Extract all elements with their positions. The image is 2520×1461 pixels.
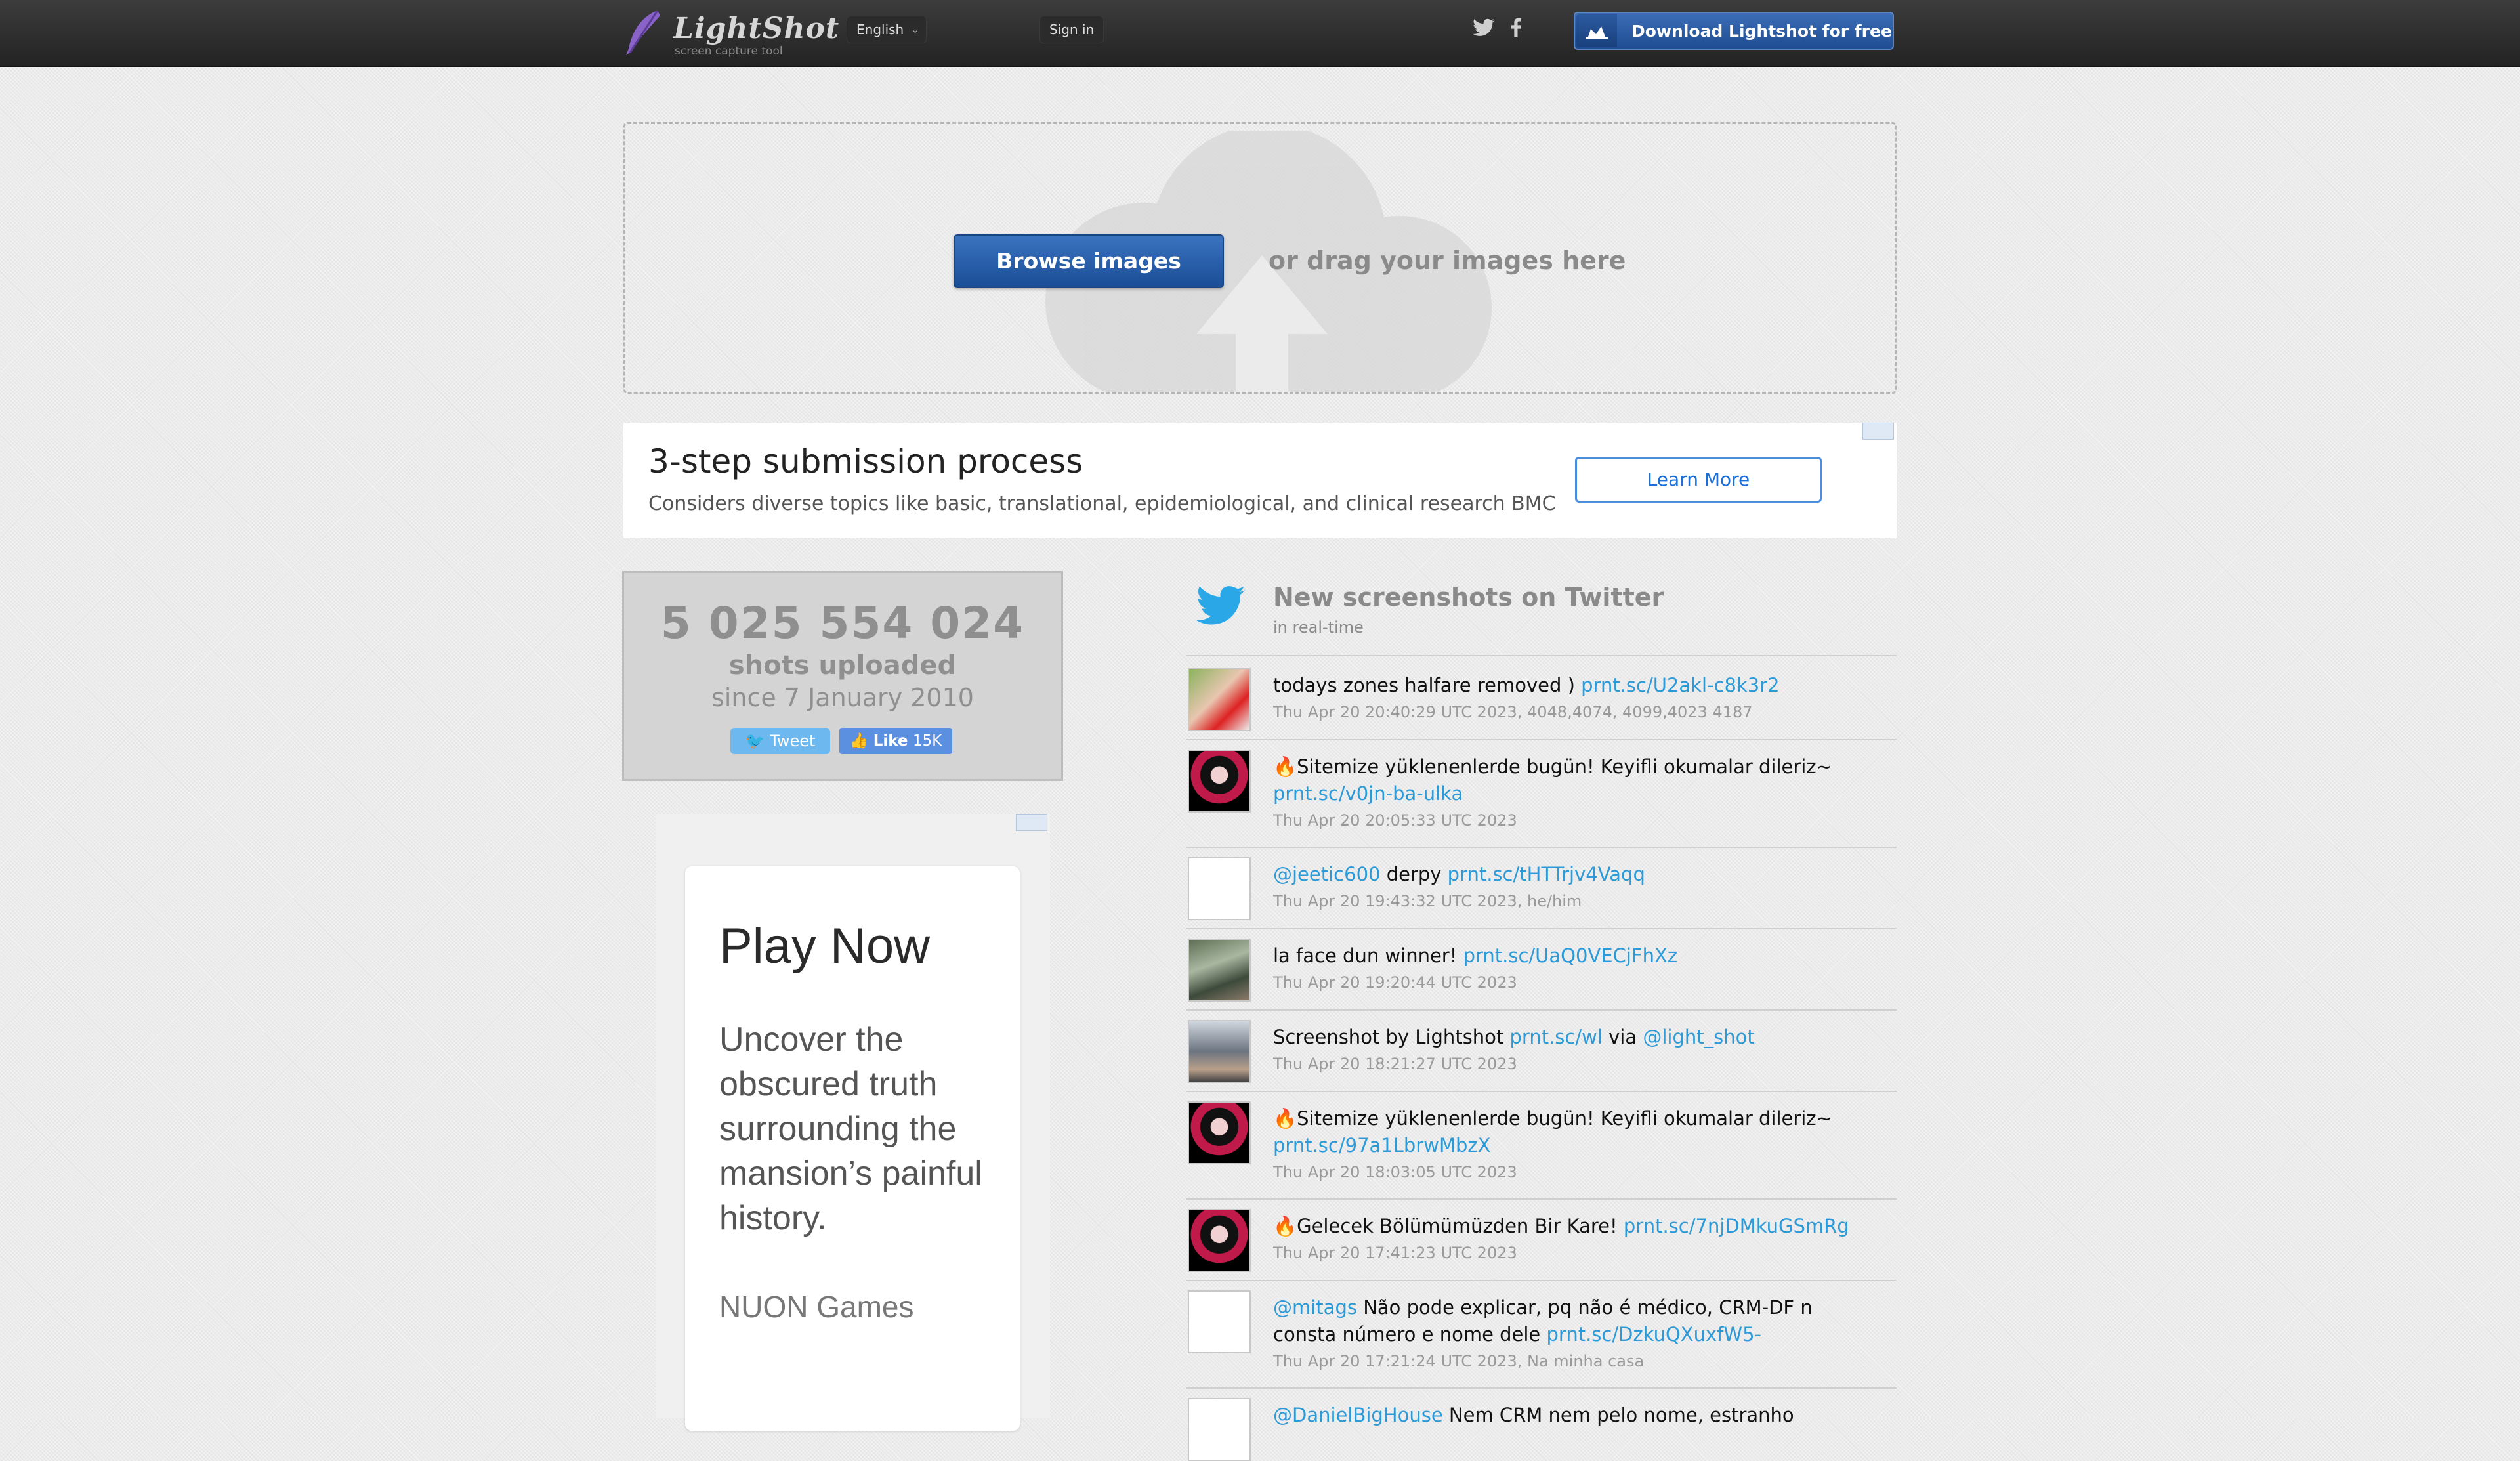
mention-link[interactable]: @mitags bbox=[1273, 1296, 1357, 1319]
ad-card-text: Uncover the obscured truth surrounding t… bbox=[719, 1021, 982, 1237]
tweet-text: 🔥Sitemize yüklenenlerde bugün! Keyifli o… bbox=[1273, 1107, 1832, 1130]
learn-more-button[interactable]: Learn More bbox=[1575, 457, 1822, 503]
twitter-feed-header: New screenshots on Twitter in real-time bbox=[1186, 571, 1897, 656]
language-label: English bbox=[856, 22, 904, 37]
avatar[interactable] bbox=[1188, 1209, 1251, 1272]
divider bbox=[1186, 1387, 1897, 1389]
tweet-meta: Thu Apr 20 19:43:32 UTC 2023, he/him bbox=[1273, 892, 1582, 910]
divider bbox=[1186, 1280, 1897, 1281]
avatar[interactable] bbox=[1188, 1101, 1251, 1164]
tweet-meta: Thu Apr 20 18:21:27 UTC 2023 bbox=[1273, 1055, 1517, 1073]
mention-link[interactable]: @light_shot bbox=[1643, 1026, 1754, 1048]
browse-images-button[interactable]: Browse images bbox=[954, 234, 1224, 288]
download-label: Download Lightshot for free bbox=[1631, 22, 1892, 41]
thumbs-up-icon: 👍 bbox=[849, 732, 869, 750]
tweet-link[interactable]: prnt.sc/7njDMkuGSmRg bbox=[1624, 1215, 1849, 1237]
tweet-link[interactable]: prnt.sc/tHTTrjv4Vaqq bbox=[1448, 863, 1645, 885]
tweet-meta: Thu Apr 20 18:03:05 UTC 2023 bbox=[1273, 1163, 1517, 1181]
side-ad[interactable]: Play Now Uncover the obscured truth surr… bbox=[656, 814, 1050, 1431]
mention-link[interactable]: @jeetic600 bbox=[1273, 863, 1380, 885]
divider bbox=[1186, 1091, 1897, 1092]
tweet-text: 🔥Sitemize yüklenenlerde bugün! Keyifli o… bbox=[1273, 755, 1832, 778]
divider bbox=[1186, 1009, 1897, 1011]
sign-in-button[interactable]: Sign in bbox=[1040, 16, 1104, 43]
tweet-link[interactable]: prnt.sc/DzkuQXuxfW5- bbox=[1547, 1323, 1761, 1345]
shots-count: 5 025 554 024 bbox=[660, 598, 1025, 648]
like-count: 15K bbox=[912, 732, 942, 750]
tweet-meta: Thu Apr 20 20:40:29 UTC 2023, 4048,4074,… bbox=[1273, 703, 1753, 721]
adchoices-icon[interactable] bbox=[1862, 423, 1894, 440]
tweet-meta: Thu Apr 20 20:05:33 UTC 2023 bbox=[1273, 811, 1517, 830]
drag-hint: or drag your images here bbox=[1269, 246, 1626, 275]
ad-card-title: Play Now bbox=[719, 918, 930, 974]
banner-ad[interactable]: 3-step submission process Considers dive… bbox=[623, 423, 1897, 538]
ad-title: 3-step submission process bbox=[648, 442, 1083, 480]
avatar[interactable] bbox=[1188, 668, 1251, 731]
avatar[interactable] bbox=[1188, 750, 1251, 813]
avatar[interactable] bbox=[1188, 1020, 1251, 1083]
like-label: Like bbox=[873, 732, 908, 750]
tweet-meta: Thu Apr 20 17:21:24 UTC 2023, Na minha c… bbox=[1273, 1352, 1645, 1370]
cloud-upload-icon bbox=[1586, 26, 1608, 39]
twitter-bird-icon bbox=[1196, 586, 1246, 625]
tweet-link[interactable]: prnt.sc/97a1LbrwMbzX bbox=[1273, 1134, 1490, 1156]
feed-subtitle: in real-time bbox=[1273, 618, 1364, 637]
avatar[interactable] bbox=[1188, 939, 1251, 1002]
tweet-link[interactable]: prnt.sc/v0jn-ba-ulka bbox=[1273, 782, 1463, 805]
tweet-via: via bbox=[1608, 1026, 1637, 1048]
divider bbox=[1186, 739, 1897, 740]
tweet-text: 🔥Gelecek Bölümümüzden Bir Kare! bbox=[1273, 1215, 1618, 1237]
tweet-link[interactable]: prnt.sc/U2akl-c8k3r2 bbox=[1581, 674, 1779, 696]
tweet-label: Tweet bbox=[770, 732, 816, 750]
adchoices-icon[interactable] bbox=[1016, 814, 1047, 831]
ad-description: Considers diverse topics like basic, tra… bbox=[648, 492, 1556, 515]
shots-label: shots uploaded bbox=[728, 650, 957, 681]
ad-card[interactable]: Play Now Uncover the obscured truth surr… bbox=[685, 866, 1020, 1431]
top-bar: LightShot screen capture tool English ⌄ … bbox=[0, 0, 2520, 67]
facebook-icon[interactable] bbox=[1503, 14, 1529, 41]
twitter-icon[interactable] bbox=[1470, 14, 1496, 41]
download-app-icon bbox=[1576, 14, 1617, 47]
stats-box: 5 025 554 024 shots uploaded since 7 Jan… bbox=[622, 571, 1063, 781]
tweet-text: Nem CRM nem pelo nome, estranho bbox=[1448, 1404, 1794, 1426]
tweet-text: derpy bbox=[1386, 863, 1442, 885]
avatar[interactable] bbox=[1188, 1290, 1251, 1353]
chevron-down-icon: ⌄ bbox=[910, 23, 920, 35]
tweet-link[interactable]: prnt.sc/UaQ0VECjFhXz bbox=[1463, 944, 1678, 967]
divider bbox=[1186, 1198, 1897, 1200]
like-button[interactable]: 👍 Like 15K bbox=[839, 728, 952, 754]
divider bbox=[1186, 928, 1897, 929]
avatar[interactable] bbox=[1188, 857, 1251, 920]
tweet-meta: Thu Apr 20 19:20:44 UTC 2023 bbox=[1273, 973, 1517, 992]
twitter-icon: 🐦 bbox=[745, 732, 765, 750]
avatar[interactable] bbox=[1188, 1398, 1251, 1461]
tweet-meta: Thu Apr 20 17:41:23 UTC 2023 bbox=[1273, 1244, 1517, 1262]
logo-text: LightShot bbox=[673, 12, 840, 45]
divider bbox=[1186, 847, 1897, 848]
tweet-button[interactable]: 🐦 Tweet bbox=[730, 728, 830, 754]
tweet-text: todays zones halfare removed ) bbox=[1273, 674, 1575, 696]
upload-drop-zone[interactable]: Browse images or drag your images here bbox=[623, 122, 1897, 394]
ad-card-brand: NUON Games bbox=[719, 1290, 914, 1324]
lightshot-logo[interactable]: LightShot screen capture tool bbox=[623, 8, 839, 58]
tweet-text: la face dun winner! bbox=[1273, 944, 1458, 967]
feed-title: New screenshots on Twitter bbox=[1273, 583, 1664, 612]
download-button[interactable]: Download Lightshot for free bbox=[1574, 12, 1894, 50]
logo-subtitle: screen capture tool bbox=[675, 45, 783, 58]
language-select[interactable]: English ⌄ bbox=[847, 16, 927, 43]
tweet-link[interactable]: prnt.sc/wl bbox=[1510, 1026, 1603, 1048]
divider bbox=[1186, 655, 1897, 656]
feather-icon bbox=[626, 10, 660, 55]
mention-link[interactable]: @DanielBigHouse bbox=[1273, 1404, 1443, 1426]
tweet-text: Screenshot by Lightshot bbox=[1273, 1026, 1504, 1048]
since-date: since 7 January 2010 bbox=[711, 683, 974, 712]
